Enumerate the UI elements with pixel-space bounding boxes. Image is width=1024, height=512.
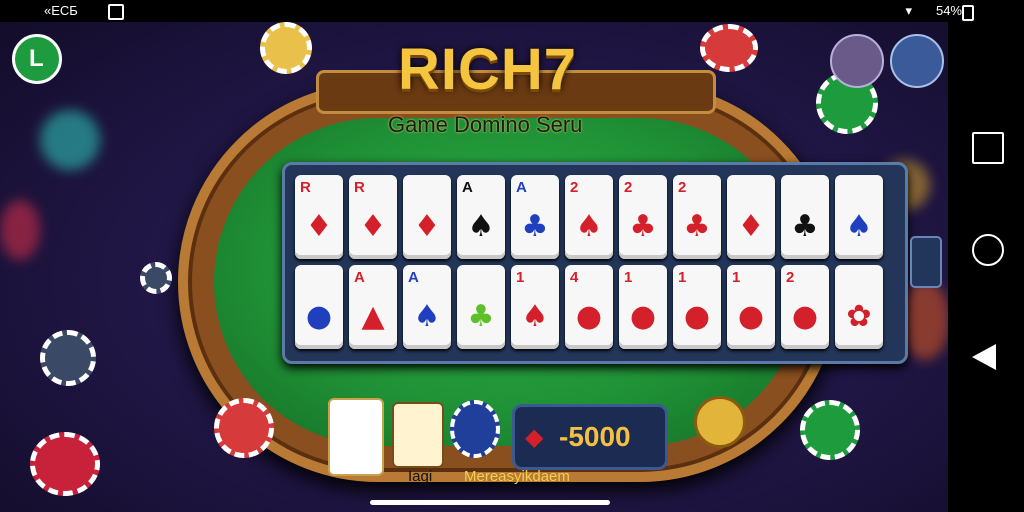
card-stack-icon[interactable] [392,402,444,468]
tile-suit-icon: ♦ [413,209,441,244]
poker-chip [260,22,312,74]
tile-suit-icon: ♦ [359,209,387,244]
tile-suit-icon: ♣ [521,209,549,244]
tile-suit-icon: ▲ [361,299,385,334]
tile-suit-icon: ♣ [791,209,819,244]
tile-suit-icon: ♦ [305,209,333,244]
tile-rank: 1 [732,269,741,286]
tile-suit-icon: ♠ [845,209,873,244]
domino-tile[interactable]: 1 ● [673,265,721,349]
balance-amount: -5000 [559,421,631,452]
tile-suit-icon: ● [629,299,657,334]
card-deck-icon[interactable] [328,398,384,476]
bokeh-light [40,110,100,170]
domino-tile[interactable]: 2 ● [781,265,829,349]
tile-rank: 2 [624,179,633,196]
tile-suit-icon: ♠ [521,299,549,334]
tile-suit-icon: ♠ [413,299,441,334]
navigation-bar [948,22,1024,512]
tile-suit-icon: ● [737,299,765,334]
circle-home-icon[interactable] [972,234,1004,266]
domino-tile[interactable]: 1 ● [619,265,667,349]
domino-tile[interactable]: 4 ● [565,265,613,349]
tile-suit-icon: ♣ [467,299,495,334]
tile-suit-icon: ♠ [467,209,495,244]
share-button[interactable] [890,34,944,88]
tile-rank: 1 [516,269,525,286]
status-left-text: «ЕСБ [44,3,78,18]
tile-rank: 2 [678,179,687,196]
gold-coin-icon[interactable] [694,396,746,448]
tile-suit-icon: ● [305,299,333,334]
poker-chip [30,432,100,496]
tile-suit-icon: ♣ [683,209,711,244]
tile-rank: A [354,269,365,286]
tile-rank: 4 [570,269,579,286]
battery-text: 54% [935,3,962,18]
tile-rank: 1 [678,269,687,286]
domino-tile[interactable]: ● [295,265,343,349]
domino-tile[interactable]: ♦ [727,175,775,259]
poker-chip [140,262,172,294]
tile-rank: R [354,179,365,196]
tile-rank: R [300,179,311,196]
tile-suit-icon: ✿ [846,299,872,334]
tile-suit-icon: ● [575,299,603,334]
side-mini-panel[interactable] [910,236,942,288]
domino-tile[interactable]: 1 ♠ [511,265,559,349]
tile-rank: 2 [570,179,579,196]
home-shortcut-button[interactable]: L [12,34,62,84]
domino-tile[interactable]: 2 ♣ [619,175,667,259]
gesture-bar[interactable] [370,500,610,505]
l-icon: L [29,45,44,72]
poker-chip [700,24,758,72]
domino-tile[interactable]: 2 ♣ [673,175,721,259]
domino-tile[interactable]: 2 ♠ [565,175,613,259]
label-left: Iagi [408,468,433,485]
tile-suit-icon: ● [683,299,711,334]
battery-icon [962,5,974,21]
balance-display[interactable]: ◆ -5000 [512,404,668,470]
tile-suit-icon: ● [791,299,819,334]
domino-tile[interactable]: R ♦ [349,175,397,259]
home-icon[interactable] [972,132,1004,164]
back-icon[interactable] [972,344,996,370]
tile-suit-icon: ♣ [629,209,657,244]
tile-rank: 1 [624,269,633,286]
tile-suit-icon: ♦ [737,209,765,244]
domino-tile[interactable]: A ▲ [349,265,397,349]
wifi-icon: ▾ [905,4,912,19]
tile-suit-icon: ♠ [575,209,603,244]
domino-tile[interactable]: ✿ [835,265,883,349]
game-logo: RICH7 [398,37,578,102]
game-subtitle: Game Domino Seru [388,112,583,137]
domino-tile[interactable]: ♦ [403,175,451,259]
domino-tile[interactable]: 1 ● [727,265,775,349]
domino-tile[interactable]: A ♠ [403,265,451,349]
bokeh-light [0,200,40,260]
poker-chip [800,400,860,460]
domino-tile[interactable]: ♠ [835,175,883,259]
domino-board: R ♦ R ♦ ♦ A ♠ A ♣ 2 ♠ 2 ♣ 2 ♣ ♦ ♣ ♠ ● A ▲ A ♠ ♣ 1 ♠ 4 ● 1 ● 1 ● 1 ● 2 ● ✿ [282,162,908,364]
label-right: Mereasyikdaem [464,468,570,485]
notification-icon [108,4,124,20]
poker-chip [40,330,96,386]
tile-rank: A [516,179,527,196]
domino-tile[interactable]: A ♣ [511,175,559,259]
status-bar: «ЕСБ ▾ 54% [0,0,1024,22]
domino-tile[interactable]: ♣ [457,265,505,349]
tile-rank: A [462,179,473,196]
domino-tile[interactable]: R ♦ [295,175,343,259]
tile-rank: A [408,269,419,286]
domino-tile[interactable]: ♣ [781,175,829,259]
domino-tile[interactable]: A ♠ [457,175,505,259]
profile-button[interactable] [830,34,884,88]
poker-chip [214,398,274,458]
chip-stack-icon[interactable] [450,400,500,458]
tile-rank: 2 [786,269,795,286]
diamond-icon: ◆ [525,423,544,451]
